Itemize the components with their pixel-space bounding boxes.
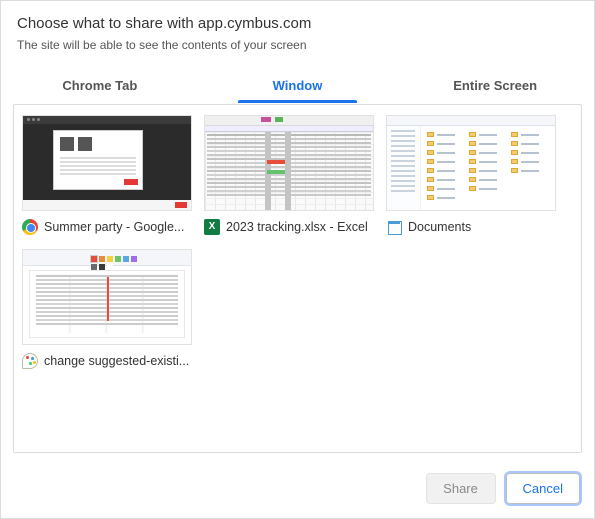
share-button[interactable]: Share: [426, 473, 496, 504]
window-label: Documents: [408, 220, 471, 234]
paint-icon: [22, 353, 38, 369]
dialog-subtitle: The site will be able to see the content…: [17, 38, 578, 52]
window-caption: Summer party - Google...: [22, 219, 192, 235]
window-label: 2023 tracking.xlsx - Excel: [226, 220, 368, 234]
window-caption: Documents: [386, 219, 556, 235]
window-thumbnail: [386, 115, 556, 211]
window-caption: change suggested-existi...: [22, 353, 192, 369]
dialog-header: Choose what to share with app.cymbus.com…: [1, 1, 594, 58]
file-explorer-icon: [386, 219, 402, 235]
window-label: change suggested-existi...: [44, 354, 189, 368]
source-tabs: Chrome Tab Window Entire Screen: [1, 66, 594, 104]
window-list-panel: Summer party - Google... X 2023 tracking…: [13, 104, 582, 453]
excel-icon: X: [204, 219, 220, 235]
window-item-chrome[interactable]: Summer party - Google...: [22, 115, 192, 235]
dialog-footer: Share Cancel: [1, 463, 594, 518]
window-thumbnail: [22, 249, 192, 345]
tab-window[interactable]: Window: [199, 66, 397, 103]
tab-entire-screen[interactable]: Entire Screen: [396, 66, 594, 103]
chrome-icon: [22, 219, 38, 235]
window-thumbnail: [204, 115, 374, 211]
tab-chrome-tab[interactable]: Chrome Tab: [1, 66, 199, 103]
window-thumbnail: [22, 115, 192, 211]
dialog-title: Choose what to share with app.cymbus.com: [17, 15, 578, 32]
window-item-explorer[interactable]: Documents: [386, 115, 556, 235]
cancel-button[interactable]: Cancel: [506, 473, 580, 504]
window-item-excel[interactable]: X 2023 tracking.xlsx - Excel: [204, 115, 374, 235]
window-item-paint[interactable]: change suggested-existi...: [22, 249, 192, 369]
window-label: Summer party - Google...: [44, 220, 184, 234]
window-caption: X 2023 tracking.xlsx - Excel: [204, 219, 374, 235]
window-grid: Summer party - Google... X 2023 tracking…: [22, 115, 573, 369]
